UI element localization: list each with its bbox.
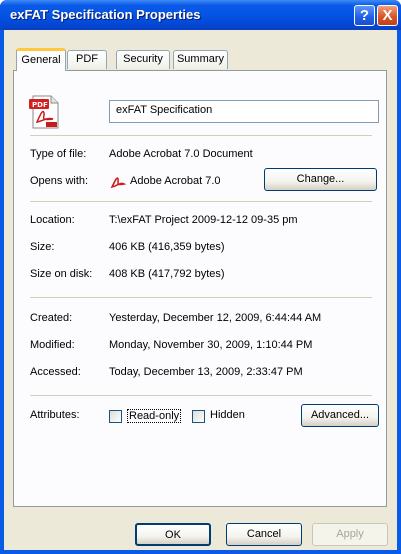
tab-general[interactable]: General (16, 48, 66, 71)
opens-with-label: Opens with: (30, 175, 89, 187)
separator (30, 135, 372, 136)
tab-pdf[interactable]: PDF (67, 50, 107, 69)
separator (30, 201, 372, 202)
accessed-label: Accessed: (30, 366, 81, 378)
acrobat-icon (110, 177, 127, 189)
separator (30, 297, 372, 298)
type-of-file-label: Type of file: (30, 148, 87, 160)
advanced-button[interactable]: Advanced... (301, 404, 379, 427)
tab-security[interactable]: Security (116, 50, 170, 69)
tab-summary[interactable]: Summary (173, 50, 228, 69)
svg-text:PDF: PDF (32, 101, 48, 109)
size-on-disk-label: Size on disk: (30, 268, 93, 280)
file-name-input[interactable]: exFAT Specification (109, 100, 379, 123)
type-of-file-value: Adobe Acrobat 7.0 Document (109, 148, 253, 160)
dialog-body: General PDF Security Summary PDF exFAT S… (4, 30, 397, 550)
separator (30, 395, 372, 396)
properties-window: exFAT Specification Properties ? X Gener… (0, 0, 401, 554)
cancel-button-label: Cancel (246, 528, 282, 540)
created-label: Created: (30, 312, 73, 324)
window-frame-right (397, 30, 401, 554)
accessed-value: Today, December 13, 2009, 2:33:47 PM (109, 366, 303, 378)
read-only-label[interactable]: Read-only (127, 409, 182, 423)
location-value: T:\exFAT Project 2009-12-12 09-35 pm (109, 214, 298, 226)
ok-button-label: OK (165, 529, 181, 541)
created-value: Yesterday, December 12, 2009, 6:44:44 AM (109, 312, 322, 324)
ok-button[interactable]: OK (135, 523, 211, 546)
size-on-disk-value: 408 KB (417,792 bytes) (109, 268, 225, 280)
hidden-checkbox[interactable] (192, 410, 205, 423)
help-button[interactable]: ? (354, 5, 375, 26)
read-only-checkbox[interactable] (109, 410, 122, 423)
cancel-button[interactable]: Cancel (226, 523, 302, 546)
attributes-label: Attributes: (30, 409, 80, 421)
apply-button-label: Apply (336, 528, 364, 540)
modified-value: Monday, November 30, 2009, 1:10:44 PM (109, 339, 313, 351)
window-frame-bottom (0, 550, 401, 554)
change-button-label: Change... (296, 173, 345, 185)
modified-label: Modified: (30, 339, 75, 351)
window-title: exFAT Specification Properties (10, 7, 201, 22)
general-tab-panel: PDF exFAT Specification Type of file: Ad… (13, 70, 387, 507)
hidden-label[interactable]: Hidden (210, 409, 245, 421)
close-button[interactable]: X (377, 5, 398, 26)
title-bar[interactable]: exFAT Specification Properties ? X (0, 0, 401, 30)
opens-with-value: Adobe Acrobat 7.0 (130, 175, 221, 187)
change-button[interactable]: Change... (264, 168, 377, 191)
location-label: Location: (30, 214, 75, 226)
size-value: 406 KB (416,359 bytes) (109, 241, 225, 253)
size-label: Size: (30, 241, 55, 253)
apply-button[interactable]: Apply (312, 523, 388, 546)
advanced-button-label: Advanced... (310, 409, 370, 421)
pdf-file-icon: PDF (29, 95, 59, 129)
